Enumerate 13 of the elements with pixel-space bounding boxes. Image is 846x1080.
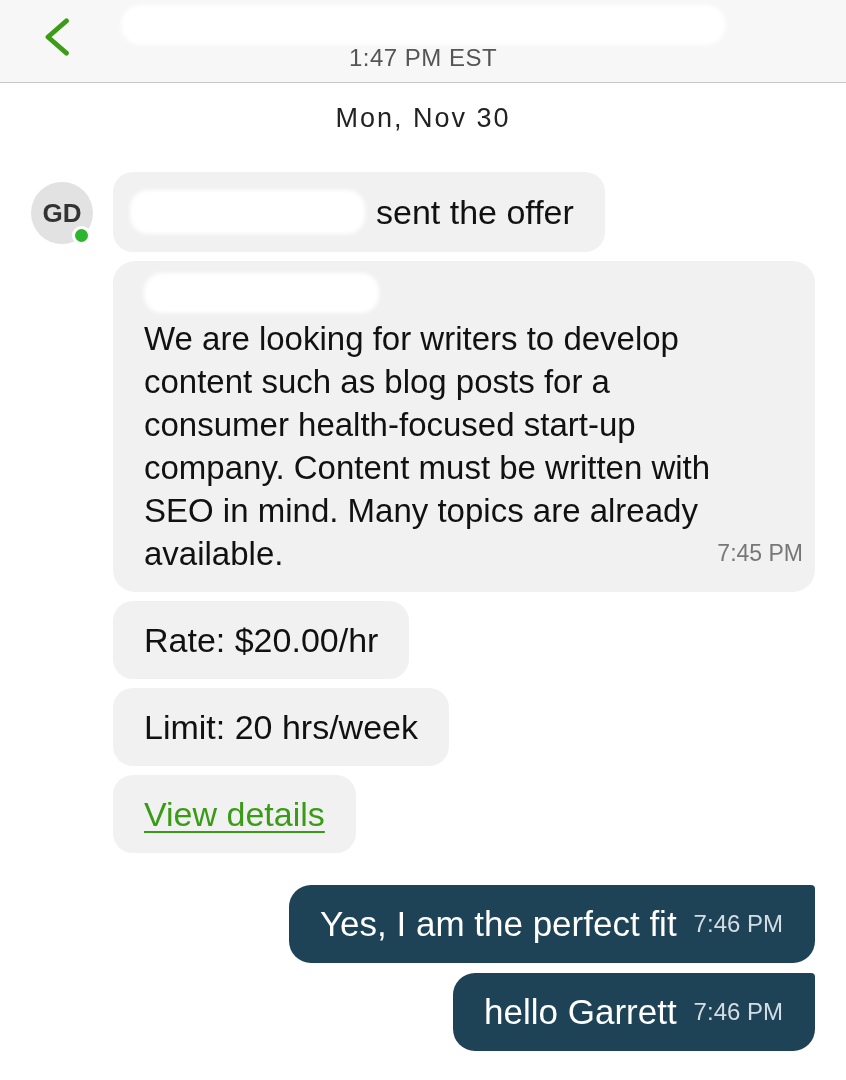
date-divider: Mon, Nov 30 [335, 102, 511, 134]
view-details-link[interactable]: View details [144, 794, 325, 834]
message-text: Limit: 20 hrs/week [144, 707, 418, 747]
message-time: 7:46 PM [693, 910, 783, 938]
message-time: 7:46 PM [693, 998, 783, 1026]
message-text: Rate: $20.00/hr [144, 620, 379, 660]
avatar-initials: GD [42, 198, 82, 228]
message-time: 7:45 PM [717, 539, 803, 567]
header-time: 1:47 PM EST [348, 46, 498, 70]
message-text: sent the offer [376, 192, 574, 232]
message-text: Yes, I am the perfect fit [319, 904, 677, 944]
message-text: We are looking for writers to develop content such as blog posts for a consumer health-focused start-up company. Content must be written with SEO in mind. Many topics are already available. [144, 320, 711, 572]
message-text: hello Garrett [484, 992, 677, 1032]
